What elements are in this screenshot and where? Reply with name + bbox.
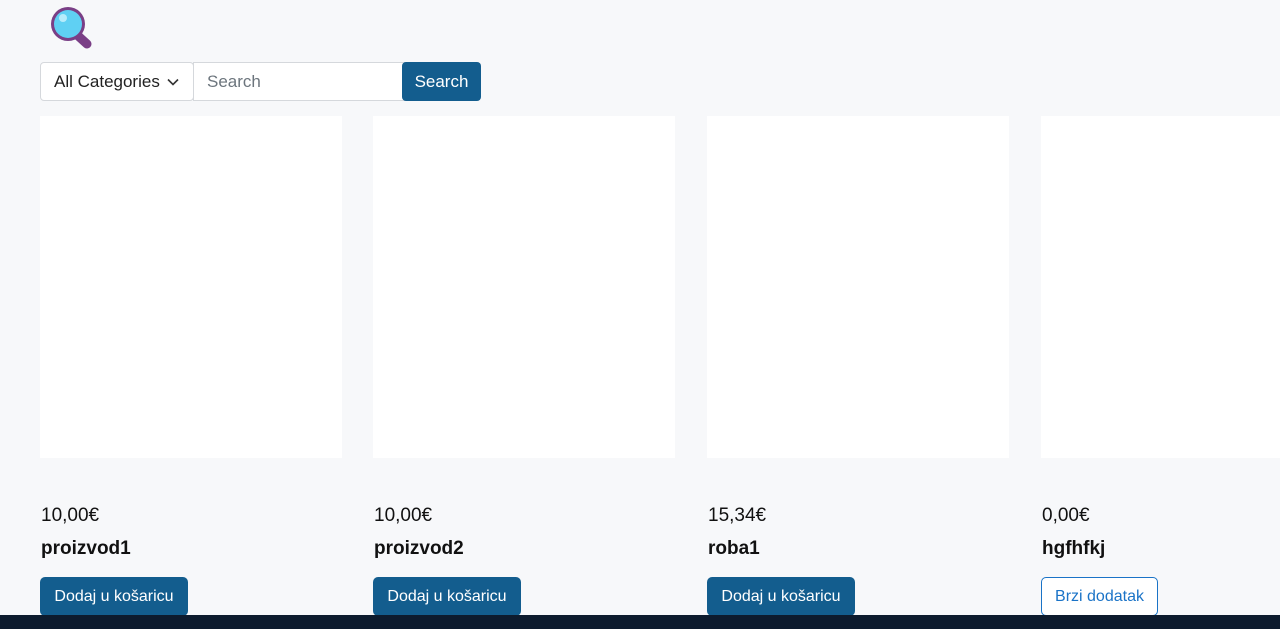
product-card: 0,00€ hgfhfkj Brzi dodatak xyxy=(1041,116,1280,616)
product-image[interactable] xyxy=(40,116,342,458)
add-to-cart-button[interactable]: Dodaj u košaricu xyxy=(40,577,188,616)
product-name[interactable]: hgfhfkj xyxy=(1042,538,1105,560)
category-select-label: All Categories xyxy=(54,71,160,91)
product-image[interactable] xyxy=(1041,116,1280,458)
chevron-down-icon xyxy=(167,78,179,86)
product-name[interactable]: roba1 xyxy=(708,538,760,560)
page: All Categories Search 10,00€ proizvod1 D… xyxy=(0,0,1280,629)
magnifying-glass-icon[interactable] xyxy=(46,4,94,50)
bottom-bar xyxy=(0,615,1280,629)
product-name[interactable]: proizvod1 xyxy=(41,538,131,560)
add-to-cart-button[interactable]: Dodaj u košaricu xyxy=(707,577,855,616)
search-input[interactable] xyxy=(193,62,417,101)
product-card: 10,00€ proizvod1 Dodaj u košaricu xyxy=(40,116,342,616)
quick-add-button[interactable]: Brzi dodatak xyxy=(1041,577,1158,616)
category-select[interactable]: All Categories xyxy=(40,62,194,101)
product-image[interactable] xyxy=(707,116,1009,458)
product-card: 15,34€ roba1 Dodaj u košaricu xyxy=(707,116,1009,616)
product-card: 10,00€ proizvod2 Dodaj u košaricu xyxy=(373,116,675,616)
product-image[interactable] xyxy=(373,116,675,458)
product-price: 10,00€ xyxy=(374,505,433,526)
product-name[interactable]: proizvod2 xyxy=(374,538,464,560)
product-price: 15,34€ xyxy=(708,505,767,526)
add-to-cart-button[interactable]: Dodaj u košaricu xyxy=(373,577,521,616)
product-price: 10,00€ xyxy=(41,505,100,526)
product-price: 0,00€ xyxy=(1042,505,1090,526)
search-button[interactable]: Search xyxy=(402,62,481,101)
